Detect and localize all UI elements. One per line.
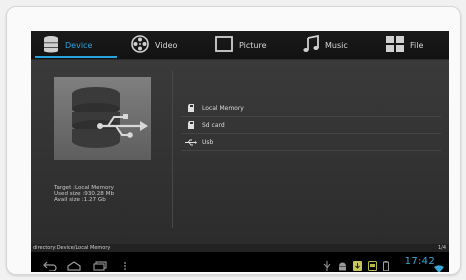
picture-frame-icon xyxy=(215,36,233,54)
android-icon xyxy=(338,256,347,272)
tab-file-label: File xyxy=(410,40,424,50)
storage-item-sd-card[interactable]: Sd card xyxy=(181,117,441,134)
usb-icon xyxy=(184,137,198,147)
active-tab-indicator xyxy=(35,56,117,58)
menu-icon[interactable] xyxy=(123,256,127,272)
battery-icon xyxy=(383,256,389,272)
recent-apps-icon[interactable] xyxy=(93,256,107,272)
screen: Device Video Picture Music File Target:… xyxy=(31,31,449,272)
tab-picture[interactable]: Picture xyxy=(215,31,267,59)
sd-card-icon xyxy=(184,103,198,113)
tab-music-label: Music xyxy=(325,40,348,50)
download-icon xyxy=(353,256,362,272)
page-indicator: 1/4 xyxy=(437,245,446,251)
storage-list: Local Memory Sd card Usb xyxy=(181,100,441,151)
film-reel-icon xyxy=(131,35,149,55)
storage-item-label: Local Memory xyxy=(202,104,244,112)
device-panel: Target :Local Memory Used size :930.28 M… xyxy=(31,60,449,244)
device-info: Target :Local Memory Used size :930.28 M… xyxy=(54,185,114,204)
tab-video-label: Video xyxy=(155,40,178,50)
music-note-icon xyxy=(303,34,319,55)
storage-item-usb[interactable]: Usb xyxy=(181,134,441,151)
tab-device[interactable]: Device xyxy=(43,31,92,59)
notification-icon xyxy=(368,256,377,272)
database-icon xyxy=(43,35,59,55)
directory-path: directory:Device/Local Memory xyxy=(33,245,111,251)
tablet-frame: Device Video Picture Music File Target:… xyxy=(6,6,461,275)
system-nav-bar: 17:42 xyxy=(31,252,449,272)
clock: 17:42 xyxy=(405,256,435,267)
back-icon[interactable] xyxy=(43,256,57,272)
folder-grid-icon xyxy=(386,36,404,54)
storage-item-label: Sd card xyxy=(202,121,225,129)
clock-time: 17:42 xyxy=(404,256,435,267)
usb-status-icon xyxy=(323,256,331,272)
tab-music[interactable]: Music xyxy=(303,31,348,59)
tab-bar: Device Video Picture Music File xyxy=(31,31,449,60)
sd-card-icon xyxy=(184,120,198,130)
device-thumbnail xyxy=(54,77,151,160)
tab-device-label: Device xyxy=(65,40,93,50)
wifi-icon xyxy=(434,258,444,272)
storage-item-local-memory[interactable]: Local Memory xyxy=(181,100,441,117)
avail-size-text: Avail size :1.27 Gb xyxy=(54,197,106,204)
tab-file[interactable]: File xyxy=(386,31,423,59)
database-usb-icon xyxy=(72,87,148,148)
panel-divider xyxy=(172,70,173,228)
tab-picture-label: Picture xyxy=(239,40,267,50)
storage-item-label: Usb xyxy=(202,138,214,146)
tab-video[interactable]: Video xyxy=(131,31,177,59)
path-bar: directory:Device/Local Memory 1/4 xyxy=(31,244,449,252)
home-icon[interactable] xyxy=(67,256,81,272)
